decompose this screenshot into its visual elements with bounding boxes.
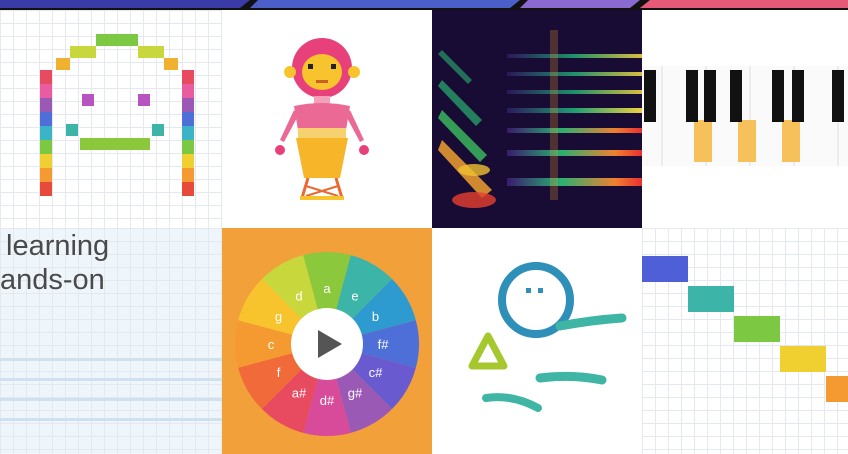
wheel-note-label: c — [268, 337, 275, 352]
wheel-note-label: f# — [378, 337, 390, 352]
wheel-note-label: d — [295, 289, 302, 304]
wheel-note-label: e — [351, 289, 358, 304]
wheel-note-label: c# — [369, 365, 384, 380]
tile-chord-wheel[interactable]: a e b f# c# g# d# a# f c g d — [222, 228, 432, 454]
tile-kandinsky-face[interactable] — [0, 10, 222, 228]
piano-roll-visual — [642, 256, 848, 402]
tile-doodle-shapes[interactable] — [432, 228, 642, 454]
pixel-face-icon — [40, 34, 194, 196]
wheel-note-label: g# — [348, 385, 363, 400]
piano-keyboard-icon — [642, 66, 848, 166]
tile-piano-roll[interactable] — [642, 228, 848, 454]
robot-icon — [275, 38, 369, 200]
wheel-note-label: g — [275, 309, 282, 324]
overlay-text-line-1: learning — [6, 230, 110, 262]
tile-robot-character[interactable] — [222, 10, 432, 228]
overlay-text-line-2: ands-on — [0, 264, 105, 296]
wheel-note-label: b — [372, 309, 379, 324]
wheel-note-label: a — [323, 281, 331, 296]
spectrogram-visual — [432, 10, 642, 228]
tile-piano-keys[interactable] — [642, 10, 848, 228]
wheel-note-label: d# — [320, 393, 335, 408]
top-banner-edge — [0, 0, 848, 10]
doodle-shapes-visual — [468, 262, 627, 412]
chord-wheel-visual: a eb f# c# g# d# a# fcgd — [235, 252, 419, 436]
tile-grid-text[interactable]: learning ands-on — [0, 228, 222, 454]
wheel-note-label: a# — [292, 385, 307, 400]
wheel-note-label: f — [277, 365, 281, 380]
tile-spectrogram[interactable] — [432, 10, 642, 228]
